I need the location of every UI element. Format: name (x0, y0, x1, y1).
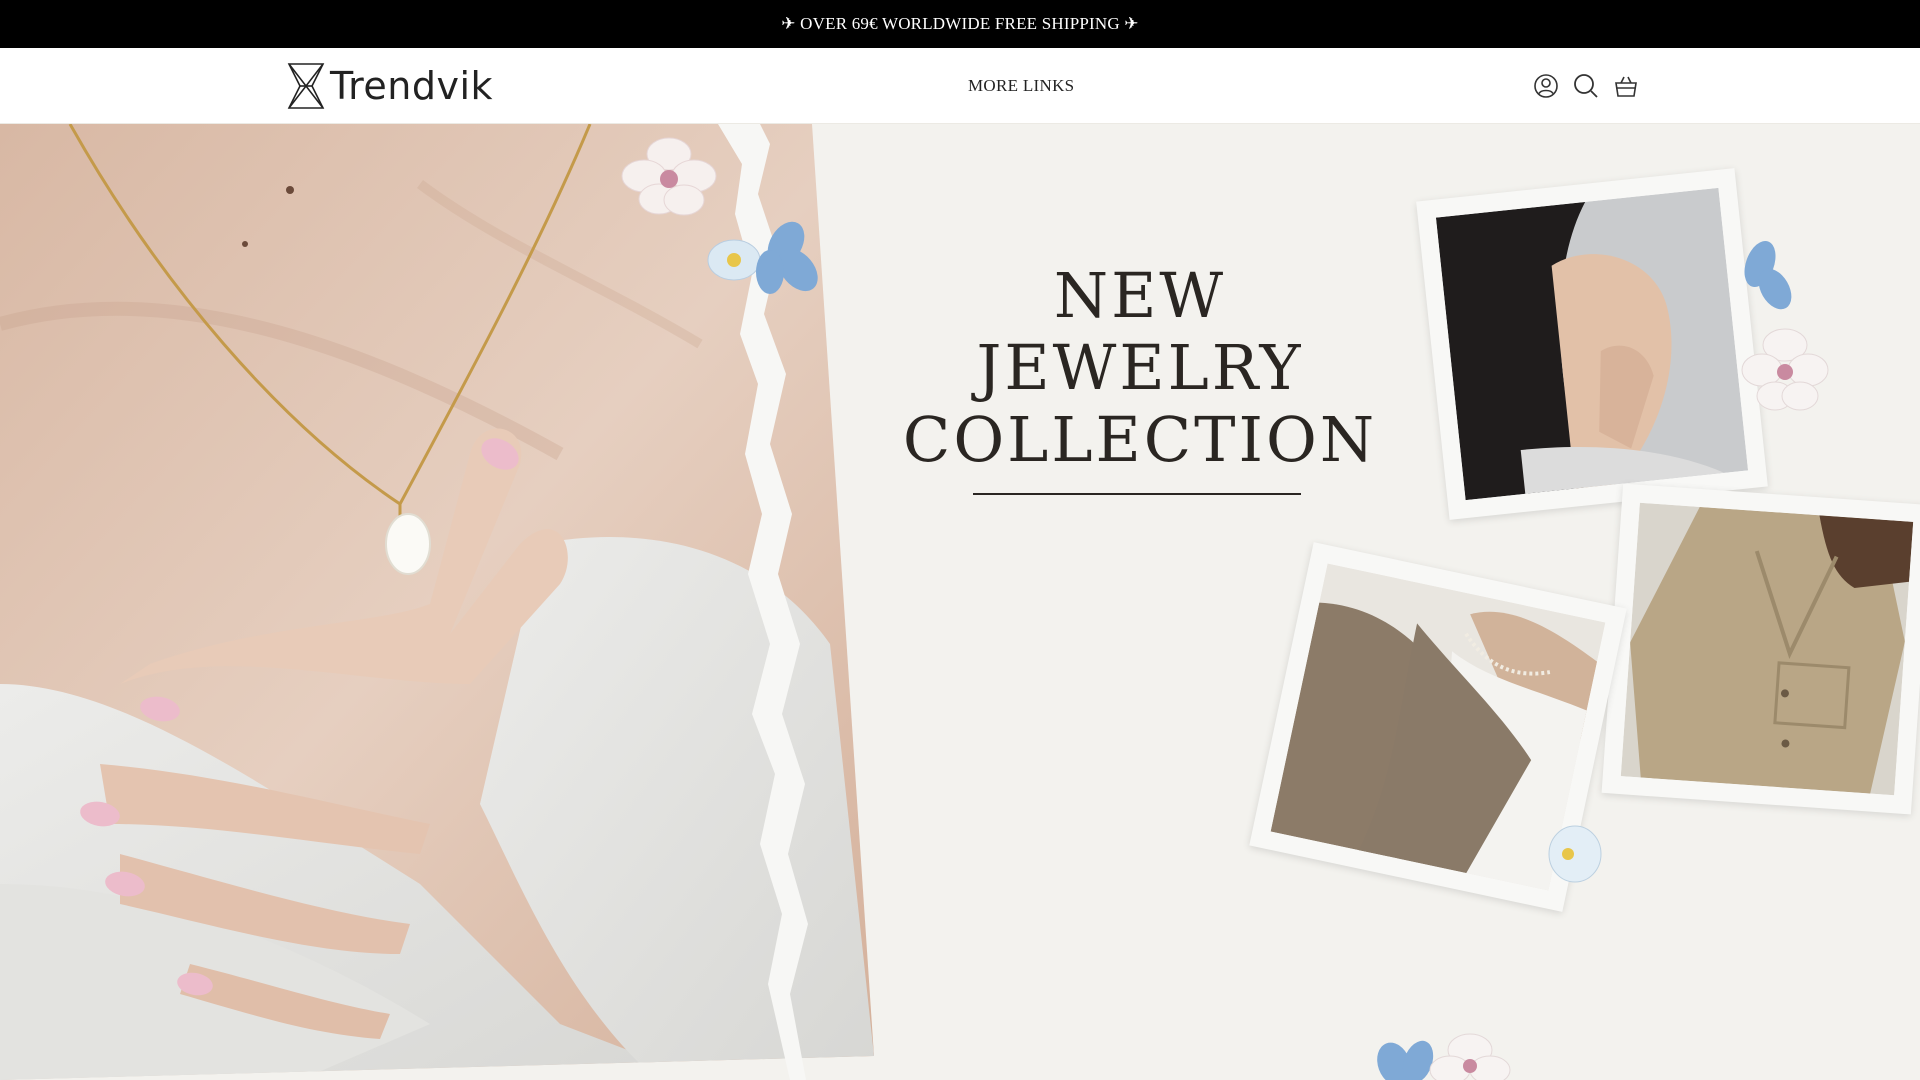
flower-blue-right-icon (1744, 240, 1792, 310)
cart-icon[interactable] (1612, 72, 1640, 100)
polaroid-earring (1416, 168, 1768, 520)
flower-pink-icon (621, 137, 717, 216)
hero-banner[interactable]: NEW JEWELRY COLLECTION (0, 124, 1920, 1080)
logo-text: Trendvik (330, 64, 494, 108)
announcement-text: ✈ OVER 69€ WORLDWIDE FREE SHIPPING ✈ (781, 14, 1139, 33)
account-icon[interactable] (1532, 72, 1560, 100)
flower-bottom-icon (1377, 1033, 1511, 1080)
headline-line-1: NEW (1053, 259, 1227, 332)
logo-mark-icon (287, 63, 325, 109)
hero-headline: NEW JEWELRY COLLECTION (880, 260, 1400, 476)
headline-underline (973, 493, 1301, 495)
logo[interactable]: Trendvik (286, 60, 493, 112)
flower-white-right-icon (1741, 328, 1829, 411)
headline-line-3: COLLECTION (902, 403, 1378, 476)
site-header: Trendvik MORE LINKS (0, 48, 1920, 124)
photo-shirt (1620, 502, 1914, 796)
flower-small-icon (1548, 825, 1602, 883)
announcement-bar: ✈ OVER 69€ WORLDWIDE FREE SHIPPING ✈ (0, 0, 1920, 48)
polaroid-shirt (1601, 483, 1920, 815)
headline-line-2: JEWELRY (976, 331, 1304, 404)
flower-blue-icon (707, 221, 818, 294)
search-icon[interactable] (1572, 72, 1600, 100)
photo-earring (1435, 187, 1749, 501)
nav-more-links[interactable]: MORE LINKS (968, 76, 1074, 96)
